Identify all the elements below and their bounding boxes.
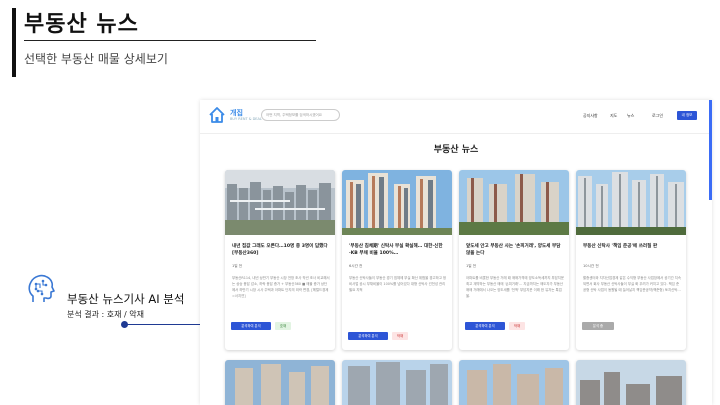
result-badge-bad: 악재 <box>392 332 408 340</box>
news-date: 6시간 전 <box>349 264 363 268</box>
news-summary: 아파트를 비롯한 부동산 거래 때 매매가격에 양도소득세까지 부담지운 최고 … <box>466 276 565 298</box>
analyze-button[interactable]: 분석하여 분석 <box>465 322 505 330</box>
analyzing-button[interactable]: 분석 중 <box>582 322 614 330</box>
analyze-button[interactable]: 분석하여 분석 <box>348 332 388 340</box>
news-thumbnail <box>576 170 686 235</box>
news-date: 10시간 전 <box>583 264 599 268</box>
nav-notice[interactable]: 공지사항 <box>583 113 598 119</box>
news-title[interactable]: '부동산 침체期' 신탁사 부실 확실해… 대한·신한·KB 부채 비율 100… <box>349 243 447 257</box>
news-thumbnail <box>459 170 569 235</box>
nav-login[interactable]: 로그인 <box>652 113 663 119</box>
news-thumbnail <box>459 360 569 405</box>
title-accent-bar <box>12 8 16 77</box>
news-date: 1일 전 <box>232 264 243 268</box>
news-card[interactable]: 내년 집값 그래도 오른다…10명 중 3명이 답했다 [부동산360] 1일 … <box>225 170 335 350</box>
house-logo-icon[interactable] <box>208 106 226 124</box>
site-navbar: 개집 BUY RENT & DEAL 어떤 지역, 주택정보를 검색하시겠어요 … <box>200 100 712 134</box>
search-input[interactable]: 어떤 지역, 주택정보를 검색하시겠어요 <box>261 109 340 121</box>
news-title[interactable]: 부동산 신탁사 '책임 준공'에 쓰러질 판 <box>583 243 681 250</box>
news-card[interactable] <box>576 360 686 405</box>
news-summary: 부동산 신탁사들이 부동산 경기 침체에 부실 확산 위험을 경고하고 정비사업… <box>349 276 447 292</box>
news-thumbnail <box>342 170 452 235</box>
slide-subtitle: 선택한 부동산 매물 상세보기 <box>24 52 168 66</box>
nav-map[interactable]: 지도 <box>610 113 617 119</box>
title-underline <box>24 40 316 41</box>
news-thumbnail <box>342 360 452 405</box>
news-thumbnail <box>576 360 686 405</box>
news-card[interactable] <box>342 360 452 405</box>
news-title[interactable]: 내년 집값 그래도 오른다…10명 중 3명이 답했다 [부동산360] <box>232 243 330 257</box>
news-card[interactable]: 부동산 신탁사 '책임 준공'에 쓰러질 판 10시간 전 할증센터와 지자산업… <box>576 170 686 350</box>
news-date: 1일 전 <box>466 264 477 268</box>
news-summary: 할증센터와 지자산업경제 같은 수익형 부동산 사업장에서 공기간 지속되면서 … <box>583 276 682 292</box>
news-card[interactable]: 앞도세 안고 부동산 사는 '손피거래', 양도세 부담 않을 는다 1일 전 … <box>459 170 569 350</box>
website-frame: 개집 BUY RENT & DEAL 어떤 지역, 주택정보를 검색하시겠어요 … <box>200 100 712 405</box>
result-badge-bad: 악재 <box>509 322 525 330</box>
news-thumbnail <box>225 170 335 235</box>
nav-news[interactable]: 뉴스 <box>627 113 634 119</box>
ai-brain-head-icon <box>28 274 55 302</box>
news-title[interactable]: 앞도세 안고 부동산 사는 '손피거래', 양도세 부담 않을 는다 <box>466 243 564 257</box>
news-card[interactable] <box>225 360 335 405</box>
ai-analysis-subtitle: 분석 결과 : 호재 / 악재 <box>67 310 144 319</box>
ai-analysis-title: 부동산 뉴스기사 AI 분석 <box>67 292 185 306</box>
my-info-button[interactable]: 내 정보 <box>677 111 697 120</box>
page-scrollbar[interactable] <box>709 100 712 200</box>
news-card[interactable]: '부동산 침체期' 신탁사 부실 확실해… 대한·신한·KB 부채 비율 100… <box>342 170 452 350</box>
slide-title: 부동산 뉴스 <box>24 12 139 37</box>
analyze-button[interactable]: 분석하여 분석 <box>231 322 271 330</box>
site-logo-tagline: BUY RENT & DEAL <box>230 117 262 121</box>
news-summary: 부동산R114, 내년 상반기 부동산 시장 전망 조사 작년 조사 비교해서는… <box>232 276 330 298</box>
news-card[interactable] <box>459 360 569 405</box>
news-page-heading: 부동산 뉴스 <box>433 145 479 155</box>
news-thumbnail <box>225 360 335 405</box>
result-badge-good: 호재 <box>275 322 291 330</box>
